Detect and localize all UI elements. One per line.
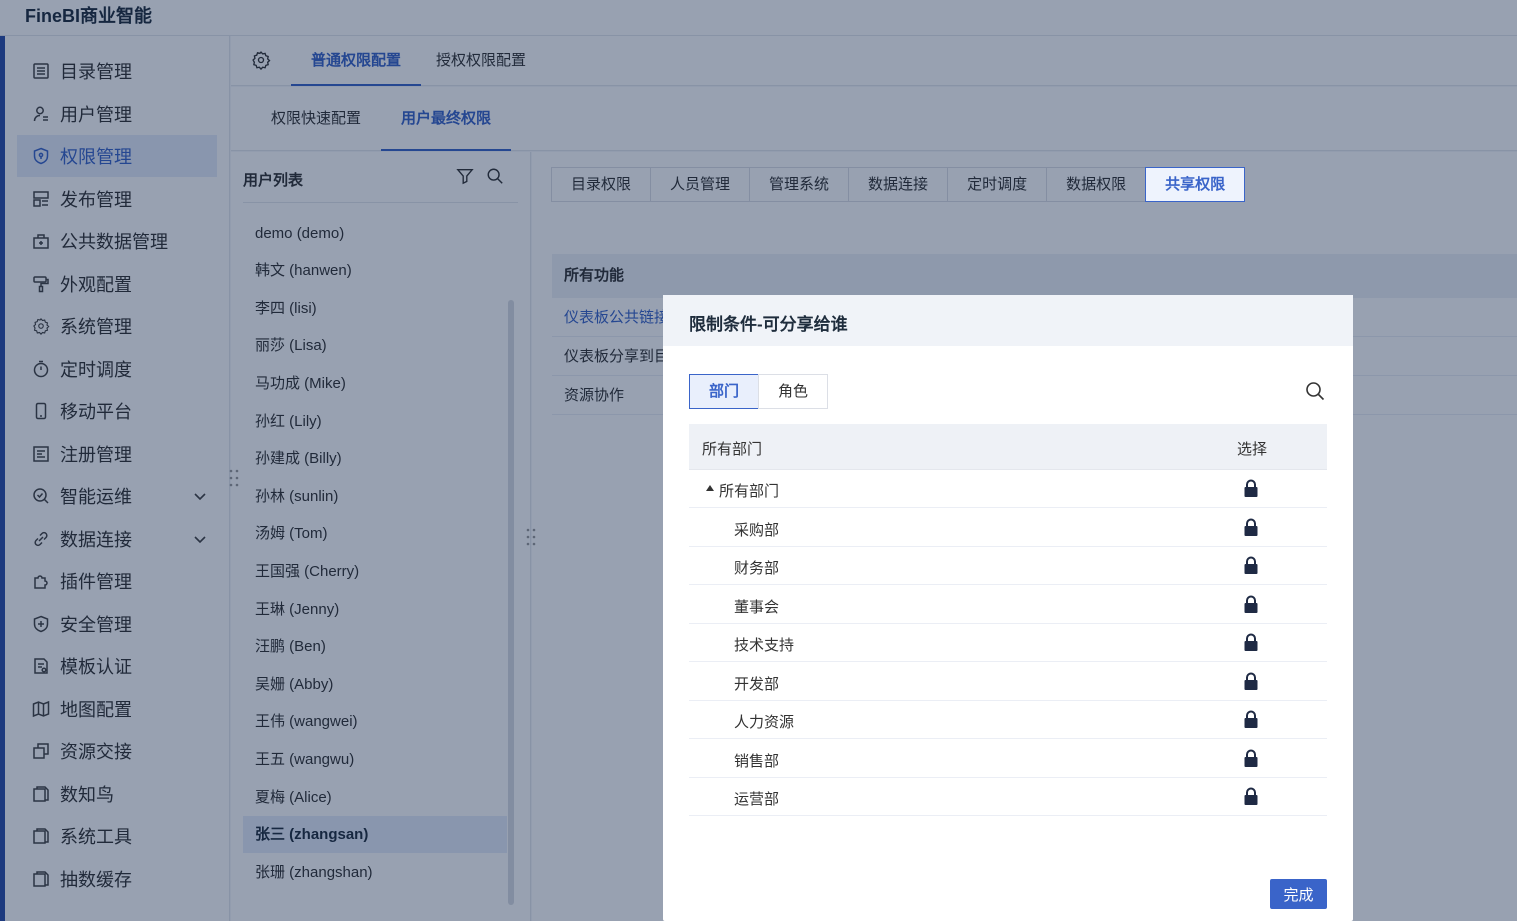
share-restriction-dialog: 限制条件-可分享给谁 部门 角色 所有部门 选择 所有部门采购部财务部董事会技术… <box>663 295 1353 921</box>
dialog-header: 限制条件-可分享给谁 <box>663 295 1353 346</box>
collapse-caret-icon[interactable] <box>706 485 714 491</box>
segment-switch: 部门 角色 <box>689 374 828 409</box>
segment-department[interactable]: 部门 <box>689 374 759 409</box>
department-row-root[interactable]: 所有部门 <box>689 470 1327 508</box>
lock-icon[interactable] <box>1243 672 1259 691</box>
column-header-select: 选择 <box>1237 441 1268 458</box>
department-row[interactable]: 运营部 <box>689 778 1327 816</box>
department-name: 所有部门 <box>719 483 780 500</box>
done-button[interactable]: 完成 <box>1270 879 1327 909</box>
department-name: 开发部 <box>734 675 780 693</box>
department-name: 技术支持 <box>734 637 795 654</box>
lock-icon[interactable] <box>1243 595 1259 614</box>
lock-icon[interactable] <box>1243 518 1259 537</box>
segment-role[interactable]: 角色 <box>758 374 828 409</box>
department-name: 董事会 <box>734 598 780 616</box>
department-row[interactable]: 技术支持 <box>689 624 1327 662</box>
lock-icon[interactable] <box>1243 710 1259 729</box>
department-row[interactable]: 人力资源 <box>689 701 1327 739</box>
permission-tab[interactable]: 共享权限 <box>1145 167 1246 202</box>
dialog-title: 限制条件-可分享给谁 <box>689 315 848 334</box>
department-table-header: 所有部门 选择 <box>689 424 1327 470</box>
department-name: 销售部 <box>734 752 780 770</box>
search-icon[interactable] <box>1305 381 1325 401</box>
lock-icon[interactable] <box>1243 633 1259 652</box>
lock-icon[interactable] <box>1243 556 1259 575</box>
department-name: 财务部 <box>734 560 780 577</box>
department-name: 运营部 <box>734 791 780 808</box>
department-row[interactable]: 董事会 <box>689 586 1327 624</box>
department-name: 人力资源 <box>734 714 795 731</box>
lock-icon[interactable] <box>1243 749 1259 768</box>
column-header-departments: 所有部门 <box>702 441 763 458</box>
department-name: 采购部 <box>734 521 780 539</box>
department-row[interactable]: 采购部 <box>689 509 1327 547</box>
department-row[interactable]: 财务部 <box>689 547 1327 585</box>
lock-icon[interactable] <box>1243 479 1259 498</box>
department-row[interactable]: 销售部 <box>689 740 1327 778</box>
lock-icon[interactable] <box>1243 787 1259 806</box>
department-row[interactable]: 开发部 <box>689 663 1327 701</box>
